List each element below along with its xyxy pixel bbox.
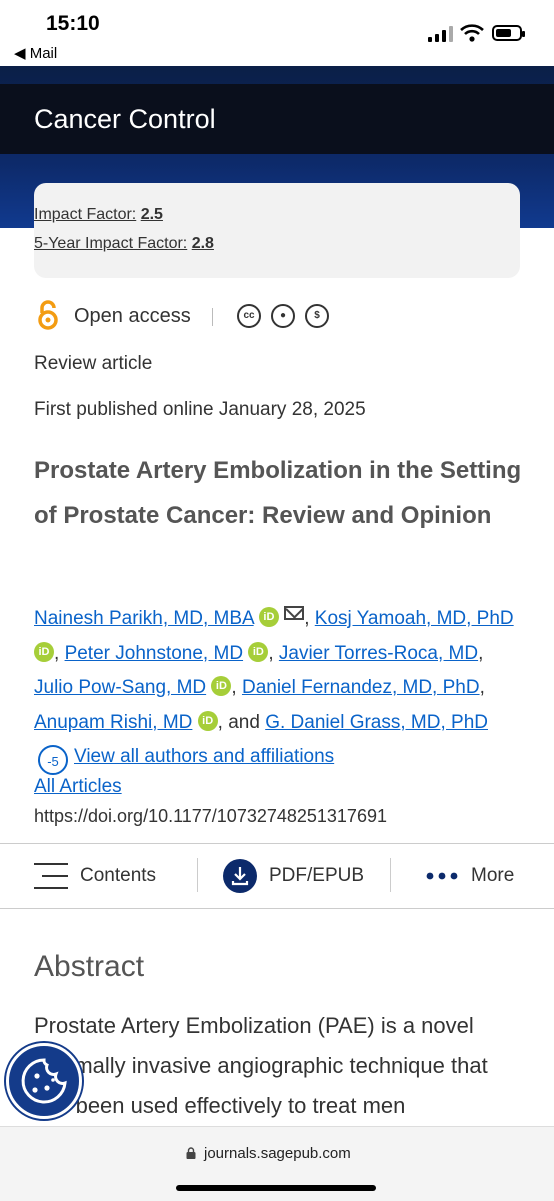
abstract-heading: Abstract <box>34 950 145 983</box>
divider <box>197 858 198 892</box>
author-link[interactable]: Daniel Fernandez, MD, PhD <box>242 677 480 698</box>
article-title: Prostate Artery Embolization in the Sett… <box>34 457 522 529</box>
publication-date: First published online January 28, 2025 <box>34 399 366 420</box>
journal-title[interactable]: Cancer Control <box>34 104 216 135</box>
email-icon[interactable] <box>284 606 305 620</box>
doi-text[interactable]: https://doi.org/10.1177/1073274825131769… <box>34 806 387 827</box>
orcid-icon[interactable]: iD <box>258 607 279 627</box>
impact-factor-card <box>34 183 520 278</box>
article-toolbar: Contents PDF/EPUB More <box>0 843 554 909</box>
orcid-icon[interactable]: iD <box>197 710 218 731</box>
hidden-authors-count-badge[interactable]: -5 <box>38 745 68 775</box>
cc-icon[interactable]: cc <box>237 304 261 328</box>
open-access-label: Open access <box>74 305 191 327</box>
contents-list-icon <box>34 863 68 889</box>
more-label: More <box>471 865 515 886</box>
lock-icon <box>186 1147 196 1159</box>
browser-url-bar[interactable]: journals.sagepub.com <box>0 1126 554 1201</box>
back-app-label: Mail <box>29 45 58 62</box>
home-indicator[interactable] <box>176 1185 376 1191</box>
orcid-icon[interactable]: iD <box>34 641 54 662</box>
download-icon <box>223 859 257 893</box>
cookie-settings-button[interactable] <box>6 1043 82 1119</box>
article-type: Review article <box>34 353 153 374</box>
divider <box>212 308 213 326</box>
status-bar: 15:10 ◀ Mail <box>0 0 554 66</box>
more-button[interactable]: More <box>426 844 536 908</box>
five-year-impact-factor[interactable]: 5-Year Impact Factor: 2.8 <box>34 235 214 253</box>
author-link[interactable]: Javier Torres-Roca, MD <box>279 643 478 664</box>
cellular-signal-icon <box>428 26 453 42</box>
open-access-row: Open access cc ● $ <box>34 300 534 332</box>
author-link[interactable]: Peter Johnstone, MD <box>65 643 243 664</box>
contents-label: Contents <box>80 865 157 886</box>
five-year-impact-factor-value[interactable]: 2.8 <box>192 235 214 252</box>
author-link[interactable]: Anupam Rishi, MD <box>34 712 192 733</box>
all-articles-link[interactable]: All Articles <box>34 776 122 798</box>
pdf-epub-button[interactable]: PDF/EPUB <box>223 844 373 908</box>
impact-factor-value[interactable]: 2.5 <box>141 206 163 223</box>
contents-button[interactable]: Contents <box>34 844 184 908</box>
battery-icon <box>492 25 525 41</box>
more-dots-icon <box>426 872 458 880</box>
author-link[interactable]: Nainesh Parikh, MD, MBA <box>34 608 254 629</box>
author-link[interactable]: Julio Pow-Sang, MD <box>34 677 206 698</box>
orcid-icon[interactable]: iD <box>211 676 232 696</box>
abstract-text: Prostate Artery Embolization (PAE) is a … <box>34 1013 488 1118</box>
author-link[interactable]: Kosj Yamoah, MD, PhD <box>315 608 514 629</box>
cookie-icon <box>21 1058 67 1104</box>
impact-factor[interactable]: Impact Factor: 2.5 <box>34 206 163 224</box>
author-link[interactable]: G. Daniel Grass, MD, PhD <box>265 712 488 733</box>
url-text[interactable]: journals.sagepub.com <box>204 1145 351 1162</box>
wifi-icon <box>460 24 484 42</box>
five-year-impact-factor-label[interactable]: 5-Year Impact Factor: <box>34 235 187 252</box>
open-access-icon <box>38 300 58 330</box>
pdf-epub-label: PDF/EPUB <box>269 865 365 886</box>
cc-nc-icon[interactable]: $ <box>305 304 329 328</box>
back-to-mail-button[interactable]: ◀ Mail <box>14 44 57 62</box>
back-chevron-icon: ◀ <box>14 45 30 62</box>
cc-by-icon[interactable]: ● <box>271 304 295 328</box>
orcid-icon[interactable]: iD <box>248 641 269 662</box>
clock: 15:10 <box>46 12 100 35</box>
impact-factor-label[interactable]: Impact Factor: <box>34 206 136 223</box>
and-text: and <box>228 711 260 733</box>
view-all-authors-link[interactable]: View all authors and affiliations <box>74 746 334 767</box>
divider <box>390 858 391 892</box>
author-list: Nainesh Parikh, MD, MBA iD , Kosj Yamoah… <box>34 602 524 775</box>
